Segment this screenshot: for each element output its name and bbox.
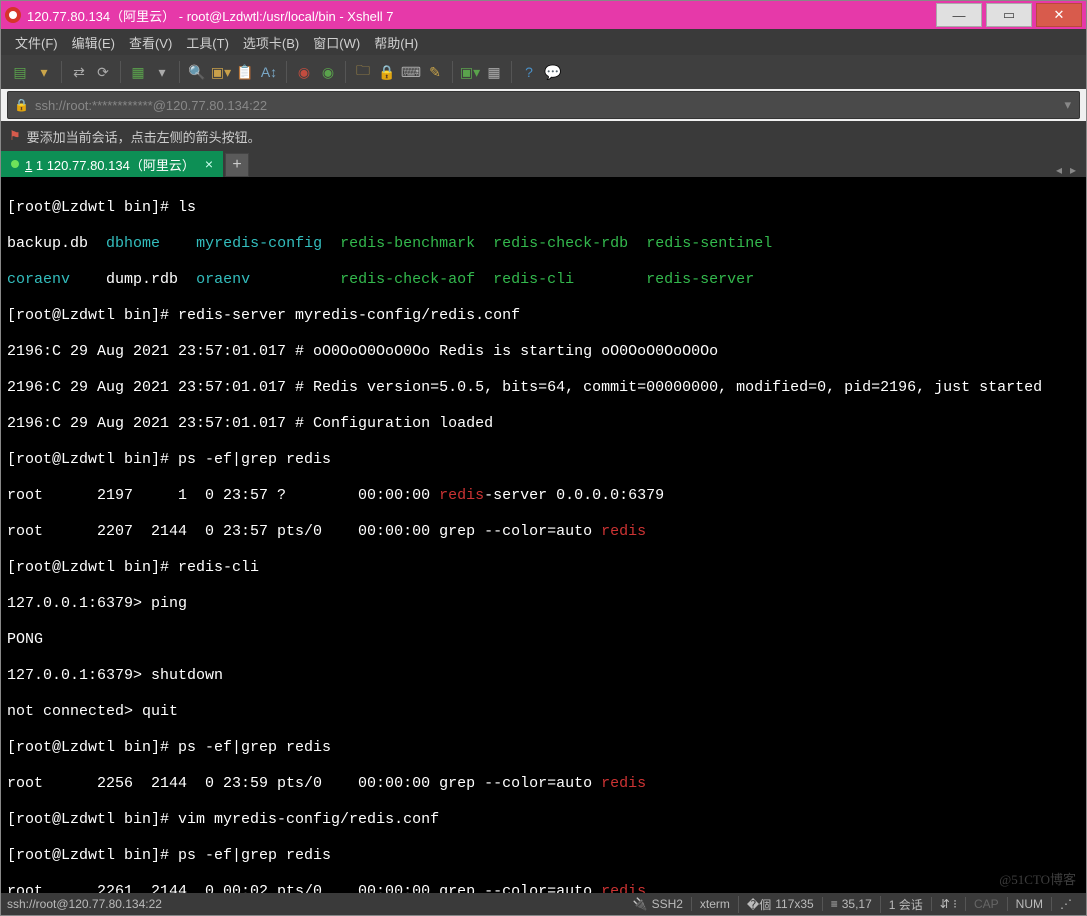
status-dot-icon xyxy=(11,160,19,168)
chat-icon[interactable]: 💬 xyxy=(542,61,564,83)
menu-window[interactable]: 窗口(W) xyxy=(313,33,360,52)
tab-nav: ◂ ▸ xyxy=(1056,163,1086,177)
menu-tools[interactable]: 工具(T) xyxy=(186,33,229,52)
status-sessions: 1 会话 xyxy=(880,896,931,913)
tab-close-icon[interactable]: × xyxy=(205,156,213,172)
flag-icon: ⚑ xyxy=(9,128,21,144)
app-icon xyxy=(5,7,21,23)
status-path: ssh://root@120.77.80.134:22 xyxy=(7,897,625,911)
title-bar[interactable]: 120.77.80.134（阿里云） - root@Lzdwtl:/usr/lo… xyxy=(1,1,1086,29)
status-cap: CAP xyxy=(965,897,1007,911)
highlight-icon[interactable]: ✎ xyxy=(424,61,446,83)
new-session-icon[interactable]: ▤ xyxy=(9,61,31,83)
toolbar-separator xyxy=(120,61,121,83)
lock-icon: 🔒 xyxy=(14,98,29,112)
menu-bar: 文件(F) 编辑(E) 查看(V) 工具(T) 选项卡(B) 窗口(W) 帮助(… xyxy=(1,29,1086,55)
grid-icon[interactable]: ▦ xyxy=(483,61,505,83)
lock-icon[interactable]: 🔒 xyxy=(376,61,398,83)
new-tab-button[interactable]: + xyxy=(225,153,249,177)
folder-icon[interactable]: 🗀 xyxy=(352,61,374,83)
copy-icon[interactable]: ▾ xyxy=(151,61,173,83)
tab-prev-icon[interactable]: ◂ xyxy=(1056,163,1062,177)
open-icon[interactable]: ▾ xyxy=(33,61,55,83)
paste-icon[interactable]: 📋 xyxy=(234,61,256,83)
status-ssh: 🔌 SSH2 xyxy=(625,897,691,911)
info-bar: ⚑ 要添加当前会话，点击左侧的箭头按钮。 xyxy=(1,121,1086,151)
status-ext: ⇵ ⁝ xyxy=(931,897,965,911)
menu-help[interactable]: 帮助(H) xyxy=(374,33,418,52)
toolbar-separator xyxy=(61,61,62,83)
font-icon[interactable]: A↕ xyxy=(258,61,280,83)
terminal[interactable]: [root@Lzdwtl bin]# ls backup.db dbhome m… xyxy=(1,177,1086,893)
keyboard-icon[interactable]: ⌨ xyxy=(400,61,422,83)
toolbar-separator xyxy=(286,61,287,83)
window-title: 120.77.80.134（阿里云） - root@Lzdwtl:/usr/lo… xyxy=(27,6,932,25)
minimize-button[interactable]: — xyxy=(936,3,982,27)
tab-bar: 1 1 120.77.80.134（阿里云） × + ◂ ▸ xyxy=(1,151,1086,177)
toolbar-separator xyxy=(452,61,453,83)
status-bar: ssh://root@120.77.80.134:22 🔌 SSH2 xterm… xyxy=(1,893,1086,915)
status-grip-icon[interactable]: ⋰ xyxy=(1051,897,1080,911)
properties-icon[interactable]: ▦ xyxy=(127,61,149,83)
status-pos: ≡ 35,17 xyxy=(822,897,880,911)
help-icon[interactable]: ? xyxy=(518,61,540,83)
menu-view[interactable]: 查看(V) xyxy=(129,33,172,52)
close-button[interactable]: ✕ xyxy=(1036,3,1082,27)
info-text: 要添加当前会话，点击左侧的箭头按钮。 xyxy=(27,127,261,146)
xshell-icon[interactable]: ◉ xyxy=(293,61,315,83)
status-num: NUM xyxy=(1007,897,1051,911)
xftp-icon[interactable]: ◉ xyxy=(317,61,339,83)
status-size: �個 117x35 xyxy=(738,896,822,913)
toolbar: ▤ ▾ ⇄ ⟳ ▦ ▾ 🔍 ▣▾ 📋 A↕ ◉ ◉ 🗀 🔒 ⌨ ✎ ▣▾ ▦ ?… xyxy=(1,55,1086,89)
toolbar-separator xyxy=(179,61,180,83)
app-window: 120.77.80.134（阿里云） - root@Lzdwtl:/usr/lo… xyxy=(0,0,1087,916)
watermark: @51CTO博客 xyxy=(999,871,1076,889)
color-icon[interactable]: ▣▾ xyxy=(210,61,232,83)
toolbar-separator xyxy=(511,61,512,83)
address-text: ssh://root:************@120.77.80.134:22 xyxy=(35,98,267,113)
tab-active[interactable]: 1 1 120.77.80.134（阿里云） × xyxy=(1,151,223,177)
menu-edit[interactable]: 编辑(E) xyxy=(72,33,115,52)
status-term: xterm xyxy=(691,897,738,911)
address-bar[interactable]: 🔒 ssh://root:************@120.77.80.134:… xyxy=(7,91,1080,119)
add-icon[interactable]: ▣▾ xyxy=(459,61,481,83)
chevron-down-icon[interactable]: ▾ xyxy=(1064,97,1071,113)
tab-next-icon[interactable]: ▸ xyxy=(1070,163,1076,177)
tab-label: 1 1 120.77.80.134（阿里云） xyxy=(25,155,195,174)
menu-tabs[interactable]: 选项卡(B) xyxy=(243,33,299,52)
search-icon[interactable]: 🔍 xyxy=(186,61,208,83)
reconnect-icon[interactable]: ⇄ xyxy=(68,61,90,83)
maximize-button[interactable]: ▭ xyxy=(986,3,1032,27)
toolbar-separator xyxy=(345,61,346,83)
menu-file[interactable]: 文件(F) xyxy=(15,33,58,52)
disconnect-icon[interactable]: ⟳ xyxy=(92,61,114,83)
